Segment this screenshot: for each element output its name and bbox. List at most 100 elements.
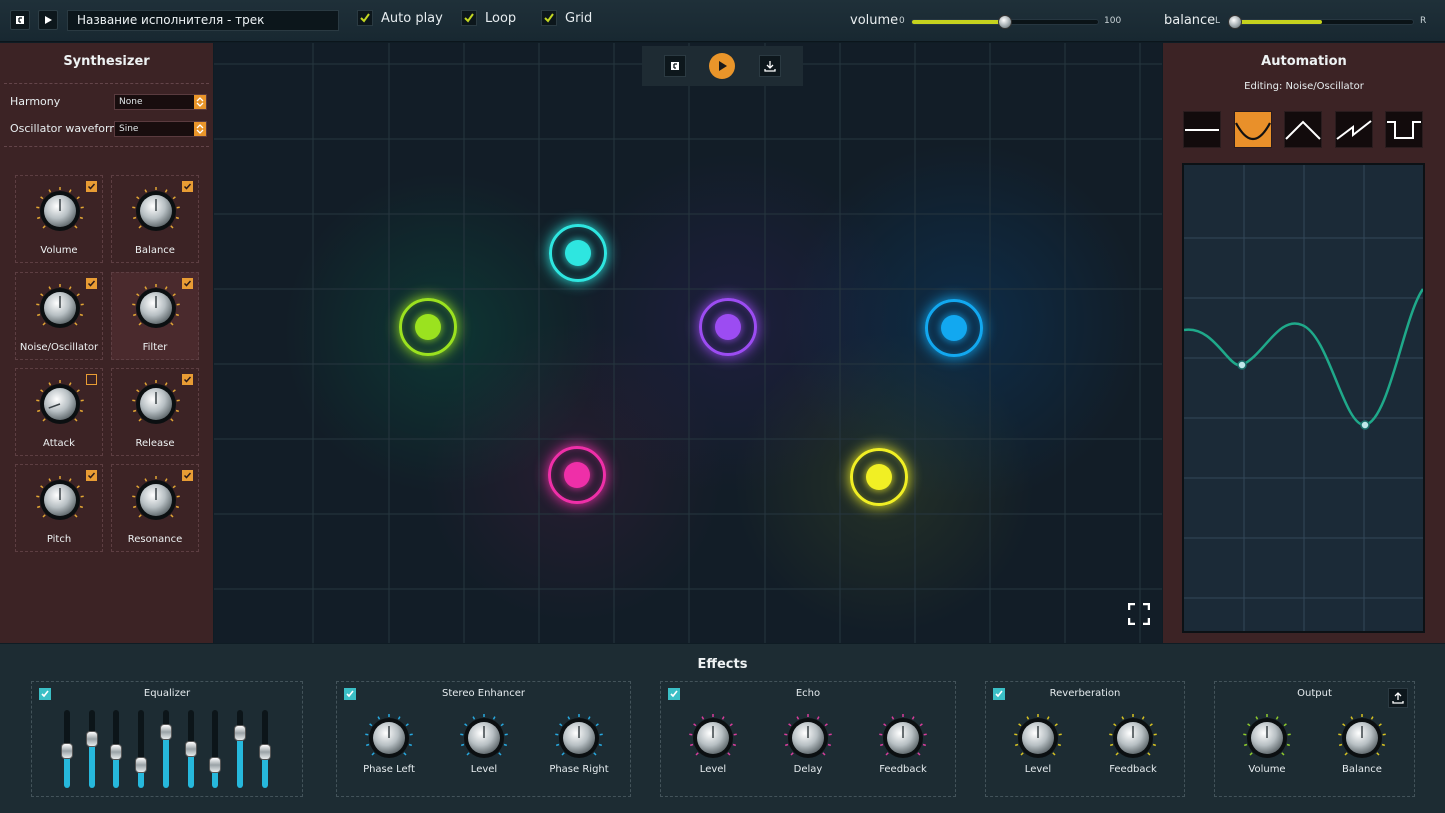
grid-checkbox[interactable]: Grid: [541, 10, 592, 26]
knob-enable-checkbox[interactable]: [86, 278, 97, 289]
effect-knob[interactable]: Delay: [778, 712, 838, 775]
effect-knob[interactable]: Level: [1008, 712, 1068, 775]
canvas-file-button[interactable]: [663, 55, 686, 77]
file-button[interactable]: [10, 10, 30, 30]
knob[interactable]: [34, 185, 86, 241]
knob[interactable]: [454, 712, 514, 764]
knob-label: Attack: [43, 438, 75, 449]
knob-enable-checkbox[interactable]: [86, 181, 97, 192]
synth-knob-cell[interactable]: Filter: [111, 272, 199, 360]
effect-knob[interactable]: Phase Left: [359, 712, 419, 775]
knob[interactable]: [359, 712, 419, 764]
knob[interactable]: [1332, 712, 1392, 764]
autoplay-checkbox[interactable]: Auto play: [357, 10, 443, 26]
balance-slider-thumb[interactable]: [1228, 15, 1242, 29]
knob-enable-checkbox[interactable]: [182, 181, 193, 192]
knob[interactable]: [1103, 712, 1163, 764]
fullscreen-icon[interactable]: [1127, 602, 1151, 629]
knob-enable-checkbox[interactable]: [182, 278, 193, 289]
canvas-play-button[interactable]: [709, 53, 736, 79]
synth-knob-cell[interactable]: Pitch: [15, 464, 103, 552]
knob-enable-checkbox[interactable]: [86, 470, 97, 481]
volume-slider-thumb[interactable]: [998, 15, 1012, 29]
node-green[interactable]: [399, 298, 457, 356]
knob[interactable]: [1237, 712, 1297, 764]
node-purple[interactable]: [699, 298, 757, 356]
eq-band-thumb[interactable]: [61, 743, 73, 759]
node-yellow[interactable]: [850, 448, 908, 506]
knob[interactable]: [130, 378, 182, 434]
eq-band-slider[interactable]: [61, 710, 73, 788]
harmony-label: Harmony: [10, 95, 61, 108]
eq-band-slider[interactable]: [160, 710, 172, 788]
shape-flat-button[interactable]: [1183, 111, 1221, 148]
effect-knob[interactable]: Feedback: [873, 712, 933, 775]
synth-knob-cell[interactable]: Attack: [15, 368, 103, 456]
eq-band-slider[interactable]: [86, 710, 98, 788]
effect-knob[interactable]: Balance: [1332, 712, 1392, 775]
eq-band-slider[interactable]: [185, 710, 197, 788]
knob-enable-checkbox[interactable]: [182, 470, 193, 481]
effect-knob[interactable]: Volume: [1237, 712, 1297, 775]
node-blue[interactable]: [925, 299, 983, 357]
eq-band-thumb[interactable]: [110, 744, 122, 760]
node-cyan[interactable]: [549, 224, 607, 282]
synth-knob-cell[interactable]: Balance: [111, 175, 199, 263]
node-canvas[interactable]: [214, 43, 1162, 643]
knob[interactable]: [130, 474, 182, 530]
eq-band-thumb[interactable]: [160, 724, 172, 740]
play-button[interactable]: [38, 10, 58, 30]
eq-band-thumb[interactable]: [135, 757, 147, 773]
reverberation-title: Reverberation: [1049, 688, 1121, 699]
export-button[interactable]: [1388, 688, 1408, 708]
knob[interactable]: [130, 282, 182, 338]
synth-knob-cell[interactable]: Noise/Oscillator: [15, 272, 103, 360]
download-button[interactable]: [759, 55, 782, 77]
effect-knob[interactable]: Level: [454, 712, 514, 775]
checkbox-box: [357, 10, 373, 26]
harmony-select[interactable]: None: [114, 94, 207, 110]
knob-enable-checkbox[interactable]: [182, 374, 193, 385]
eq-band-thumb[interactable]: [259, 744, 271, 760]
loop-checkbox[interactable]: Loop: [461, 10, 516, 26]
balance-slider[interactable]: [1228, 15, 1414, 29]
eq-band-thumb[interactable]: [209, 757, 221, 773]
effect-knob[interactable]: Level: [683, 712, 743, 775]
effect-knob[interactable]: Feedback: [1103, 712, 1163, 775]
eq-band-slider[interactable]: [135, 710, 147, 788]
knob[interactable]: [34, 378, 86, 434]
knob[interactable]: [34, 282, 86, 338]
knob-enable-checkbox[interactable]: [86, 374, 97, 385]
eq-band-slider[interactable]: [234, 710, 246, 788]
knob-label: Filter: [142, 342, 168, 353]
node-core: [564, 462, 590, 488]
shape-sawtooth-button[interactable]: [1335, 111, 1373, 148]
spinner-icon[interactable]: [194, 122, 206, 136]
shape-curve-button[interactable]: [1234, 111, 1272, 148]
spinner-icon[interactable]: [194, 95, 206, 109]
synth-knob-cell[interactable]: Release: [111, 368, 199, 456]
waveform-select[interactable]: Sine: [114, 121, 207, 137]
eq-band-slider[interactable]: [110, 710, 122, 788]
eq-band-thumb[interactable]: [185, 741, 197, 757]
automation-graph[interactable]: [1182, 163, 1425, 633]
eq-band-slider[interactable]: [209, 710, 221, 788]
eq-band-thumb[interactable]: [234, 725, 246, 741]
knob[interactable]: [34, 474, 86, 530]
knob[interactable]: [683, 712, 743, 764]
knob[interactable]: [778, 712, 838, 764]
knob[interactable]: [873, 712, 933, 764]
eq-band-slider[interactable]: [259, 710, 271, 788]
shape-square-button[interactable]: [1385, 111, 1423, 148]
knob[interactable]: [130, 185, 182, 241]
knob[interactable]: [1008, 712, 1068, 764]
effect-knob[interactable]: Phase Right: [549, 712, 609, 775]
node-pink[interactable]: [548, 446, 606, 504]
synth-knob-cell[interactable]: Resonance: [111, 464, 199, 552]
shape-triangle-button[interactable]: [1284, 111, 1322, 148]
knob[interactable]: [549, 712, 609, 764]
synth-knob-cell[interactable]: Volume: [15, 175, 103, 263]
volume-slider[interactable]: [911, 15, 1099, 29]
eq-band-thumb[interactable]: [86, 731, 98, 747]
track-title-field[interactable]: Название исполнителя - трек: [67, 10, 339, 31]
